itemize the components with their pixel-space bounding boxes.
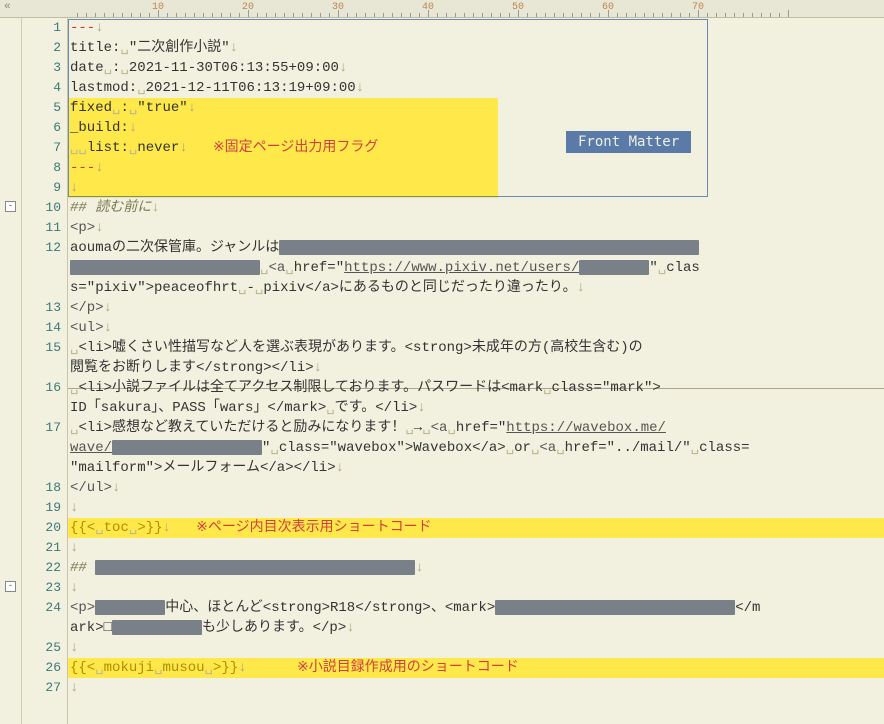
line-number: 16 [22, 378, 61, 398]
line-number: 25 [22, 638, 61, 658]
code-line[interactable]: ## ↓ [68, 558, 884, 578]
code-line[interactable]: ␣␣list:␣never↓ ※固定ページ出力用フラグ [68, 138, 884, 158]
code-line[interactable]: ID「sakura」、PASS「wars」</mark>␣です。</li>↓ [68, 398, 884, 418]
code-line[interactable]: ## 読む前に↓ [68, 198, 884, 218]
code-line[interactable]: ↓ [68, 678, 884, 698]
code-line[interactable]: date␣:␣2021-11-30T06:13:55+09:00↓ [68, 58, 884, 78]
annotation-mokuji: ※小説目録作成用のショートコード [297, 660, 519, 676]
code-line[interactable]: ↓ [68, 178, 884, 198]
line-number: 10 [22, 198, 61, 218]
code-line[interactable]: ␣<li>小説ファイルは全てアクセス制限しております。パスワードは<mark␣c… [68, 378, 884, 398]
code-line[interactable]: {{<␣mokuji␣musou␣>}}↓ ※小説目録作成用のショートコード [68, 658, 884, 678]
line-number [22, 458, 61, 478]
line-number-gutter: 1234567891011121314151617181920212223242… [22, 18, 68, 724]
line-number [22, 398, 61, 418]
line-number: 15 [22, 338, 61, 358]
code-line[interactable]: 閲覧をお断りします</strong></li>↓ [68, 358, 884, 378]
annotation-toc: ※ページ内目次表示用ショートコード [196, 520, 431, 536]
ruler: « 10203040506070 [0, 0, 884, 18]
line-number: 7 [22, 138, 61, 158]
code-line[interactable]: ---↓ [68, 18, 884, 38]
code-line[interactable]: </ul>↓ [68, 478, 884, 498]
line-number: 27 [22, 678, 61, 698]
fold-marker[interactable]: - [5, 201, 16, 212]
code-line[interactable]: ark>□も少しあります。</p>↓ [68, 618, 884, 638]
front-matter-badge: Front Matter [566, 131, 691, 153]
line-number: 23 [22, 578, 61, 598]
line-number: 14 [22, 318, 61, 338]
line-number: 6 [22, 118, 61, 138]
code-line[interactable]: ↓ [68, 638, 884, 658]
line-number: 24 [22, 598, 61, 618]
code-line[interactable]: "mailform">メールフォーム</a></li>↓ [68, 458, 884, 478]
code-line[interactable]: ␣<li>嘘くさい性描写など人を選ぶ表現があります。<strong>未成年の方(… [68, 338, 884, 358]
line-number: 22 [22, 558, 61, 578]
line-number: 11 [22, 218, 61, 238]
code-line[interactable]: {{<␣toc␣>}}↓ ※ページ内目次表示用ショートコード [68, 518, 884, 538]
line-number: 20 [22, 518, 61, 538]
line-number [22, 438, 61, 458]
code-line[interactable]: _build:↓ [68, 118, 884, 138]
line-number: 12 [22, 238, 61, 258]
line-number [22, 278, 61, 298]
code-line[interactable]: ↓ [68, 498, 884, 518]
code-text-area[interactable]: Front Matter ---↓ title:␣"二次創作小説"↓ date␣… [68, 18, 884, 724]
code-line[interactable]: lastmod:␣2021-12-11T06:13:19+09:00↓ [68, 78, 884, 98]
code-line[interactable]: wave/"␣class="wavebox">Wavebox</a>␣or␣<a… [68, 438, 884, 458]
code-line[interactable]: ---↓ [68, 158, 884, 178]
line-number [22, 698, 61, 718]
line-number: 4 [22, 78, 61, 98]
line-number: 17 [22, 418, 61, 438]
line-number: 21 [22, 538, 61, 558]
code-line[interactable]: <ul>↓ [68, 318, 884, 338]
line-number: 3 [22, 58, 61, 78]
code-line[interactable]: </p>↓ [68, 298, 884, 318]
code-line[interactable]: ␣<li>感想など教えていただけると励みになります！␣→␣<a␣href="ht… [68, 418, 884, 438]
code-line[interactable]: ␣<a␣href="https://www.pixiv.net/users/"␣… [68, 258, 884, 278]
code-line[interactable]: title:␣"二次創作小説"↓ [68, 38, 884, 58]
line-number: 18 [22, 478, 61, 498]
ruler-back-icon: « [4, 1, 11, 13]
code-line[interactable]: aoumaの二次保管庫。ジャンルは [68, 238, 884, 258]
line-number: 1 [22, 18, 61, 38]
line-number: 5 [22, 98, 61, 118]
annotation-fixed-flag: ※固定ページ出力用フラグ [213, 140, 378, 156]
line-number: 2 [22, 38, 61, 58]
fold-marker[interactable]: - [5, 581, 16, 592]
code-line[interactable]: ↓ [68, 538, 884, 558]
line-number [22, 618, 61, 638]
line-number [22, 358, 61, 378]
line-number: 13 [22, 298, 61, 318]
code-line[interactable]: s="pixiv">peaceofhrt␣-␣pixiv</a>にあるものと同じ… [68, 278, 884, 298]
line-number: 9 [22, 178, 61, 198]
line-number [22, 258, 61, 278]
line-number: 8 [22, 158, 61, 178]
code-line[interactable]: <p>↓ [68, 218, 884, 238]
code-line[interactable]: fixed␣:␣"true"↓ [68, 98, 884, 118]
line-number: 19 [22, 498, 61, 518]
code-line[interactable]: ↓ [68, 578, 884, 598]
line-number: 26 [22, 658, 61, 678]
code-line[interactable]: <p>中心、ほとんど<strong>R18</strong>、<mark></m [68, 598, 884, 618]
fold-column: - - [0, 18, 22, 724]
